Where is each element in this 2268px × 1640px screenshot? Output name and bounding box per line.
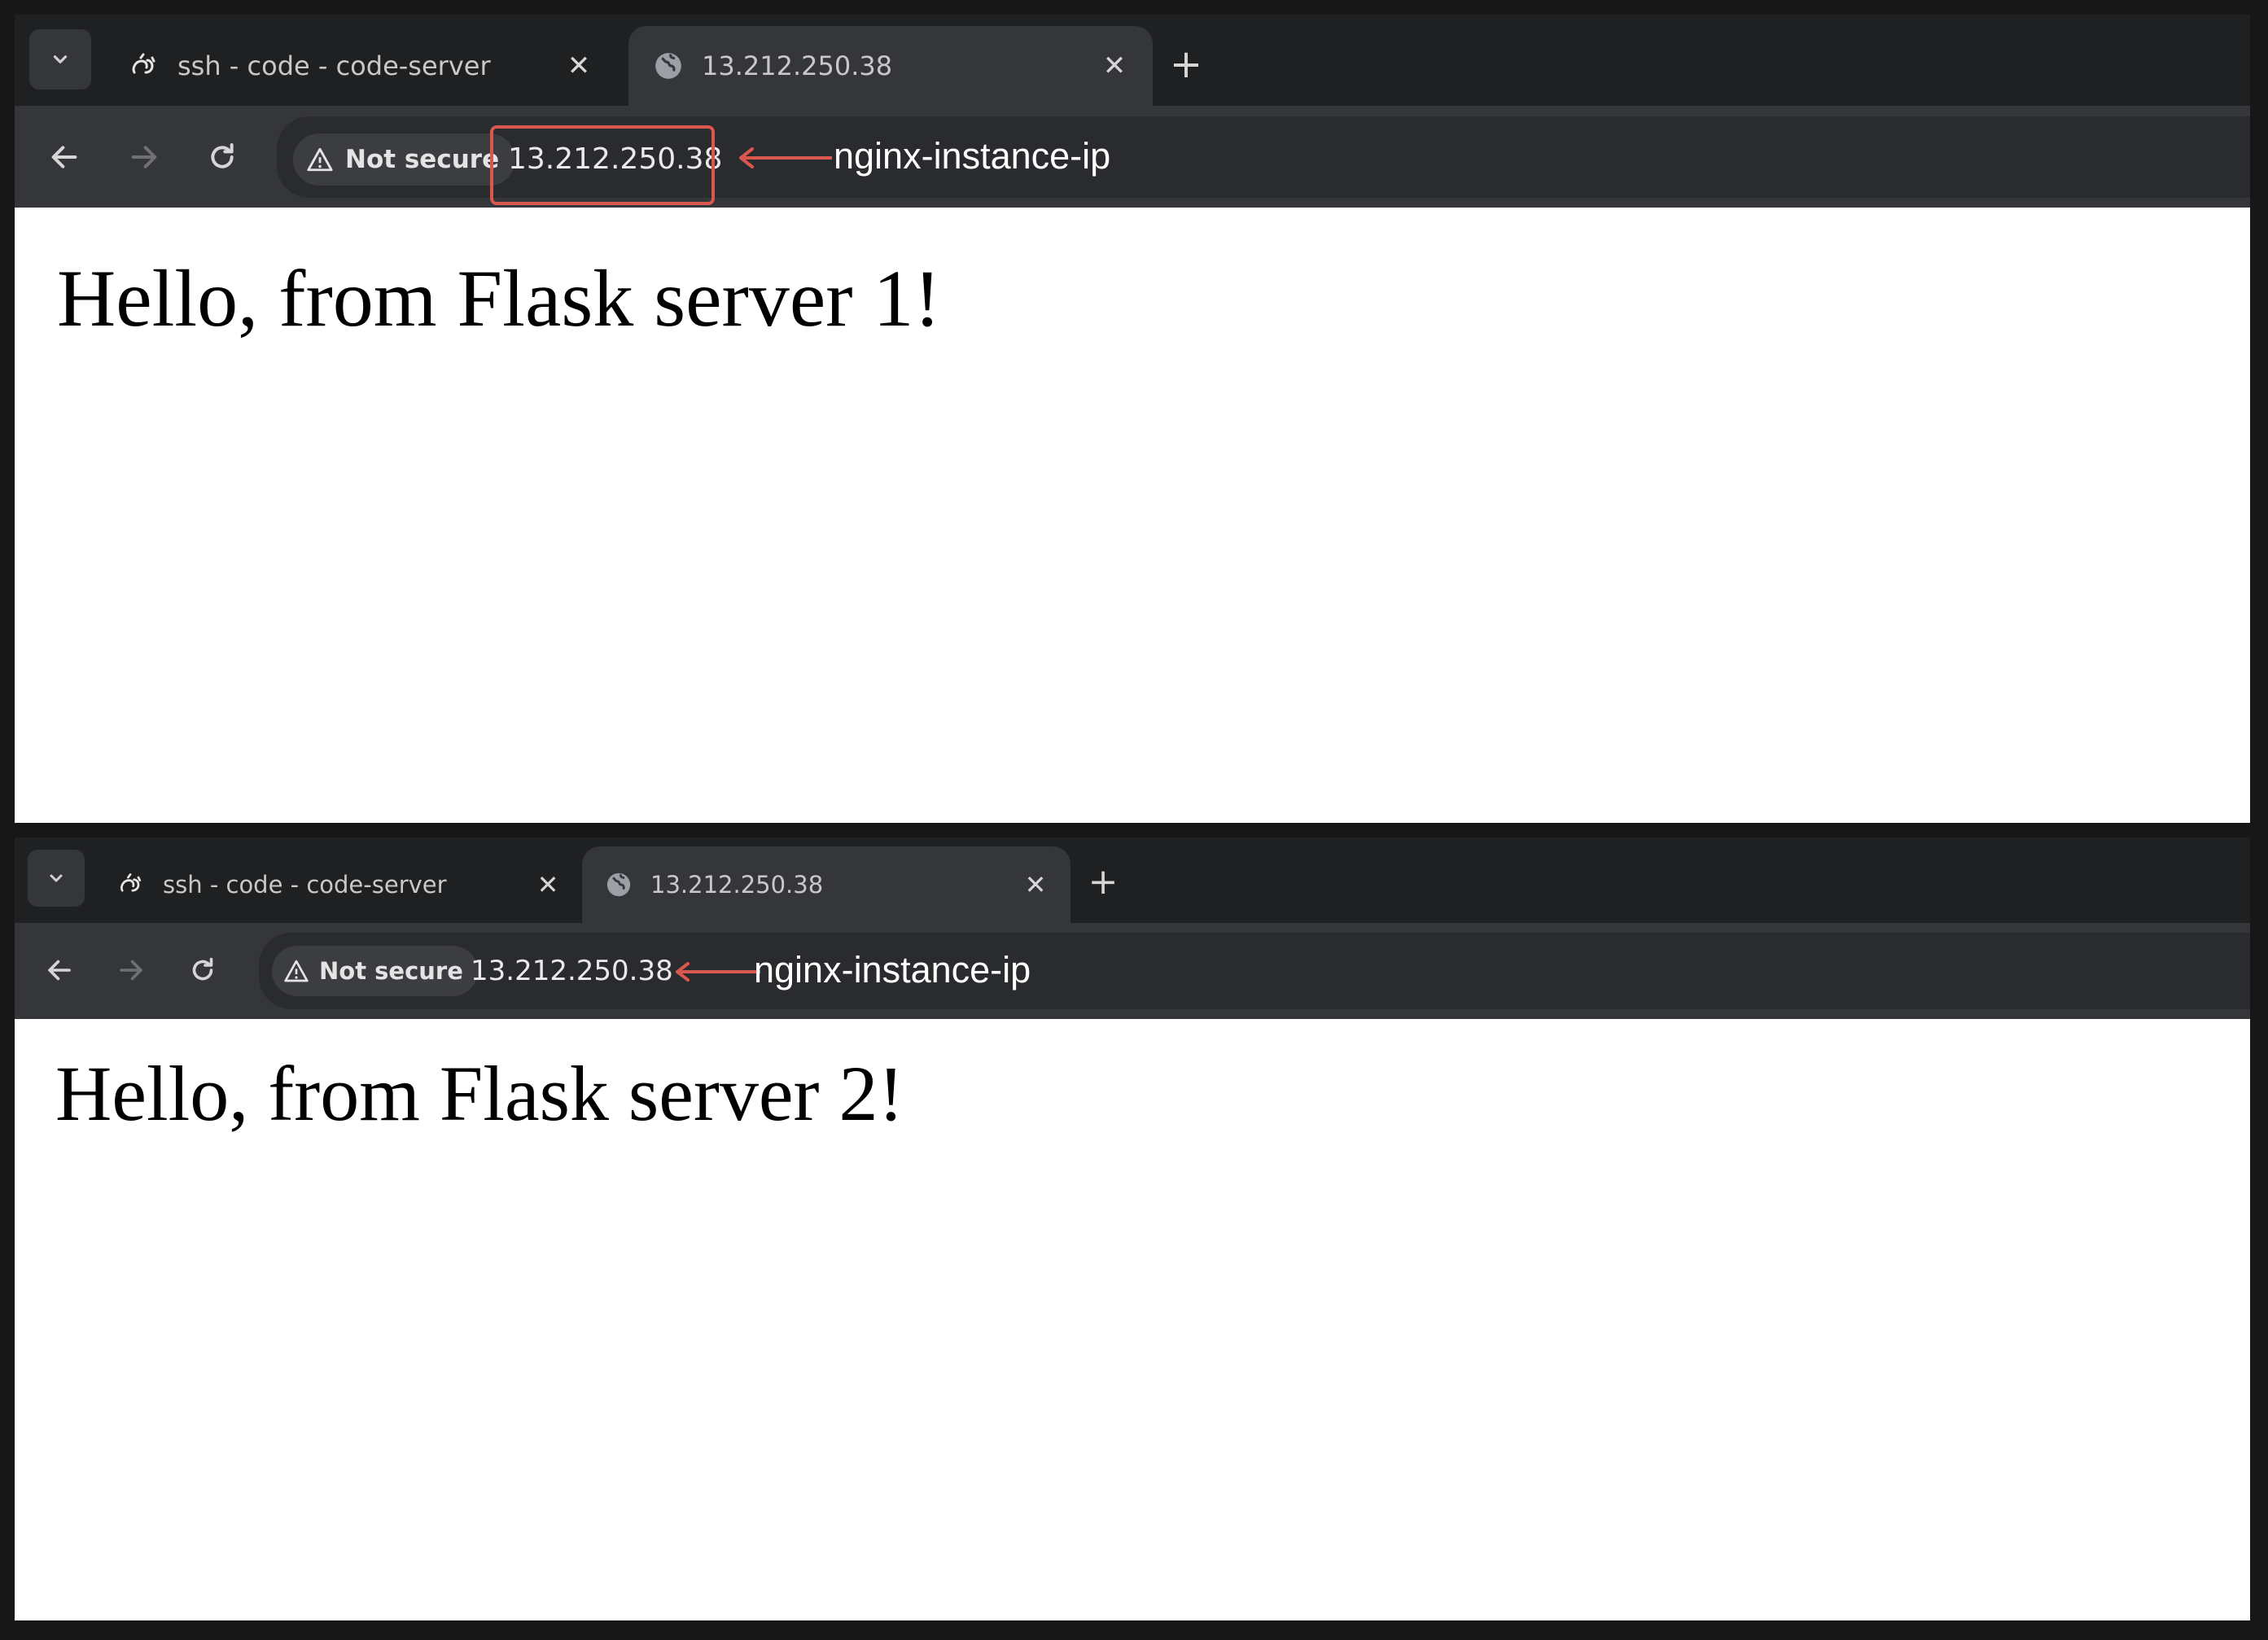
reload-button[interactable] (197, 132, 247, 182)
annotation-label: nginx-instance-ip (834, 135, 1111, 177)
arrow-left-icon (48, 960, 71, 981)
tab-strip: ssh - code - code-server ✕ 13.212.250.38… (15, 15, 2250, 106)
back-button[interactable] (36, 947, 83, 994)
close-tab-icon[interactable]: ✕ (558, 46, 599, 86)
page-heading: Hello, from Flask server 2! (55, 1050, 904, 1137)
back-button[interactable] (39, 132, 90, 182)
globe-icon (648, 46, 689, 86)
forward-button[interactable] (107, 947, 155, 994)
chevron-down-icon (53, 55, 68, 63)
new-tab-button[interactable]: + (1078, 856, 1128, 907)
security-chip[interactable]: Not secure (293, 133, 516, 186)
reload-icon (211, 143, 234, 168)
code-server-icon (112, 866, 150, 903)
security-chip[interactable]: Not secure (272, 946, 478, 996)
tab-code-server[interactable]: ssh - code - code-server ✕ (104, 26, 617, 106)
tab-title: 13.212.250.38 (650, 871, 824, 899)
browser-toolbar: Not secure 13.212.250.38 nginx-instance-… (15, 923, 2250, 1019)
browser-window-1: ssh - code - code-server ✕ 13.212.250.38… (15, 15, 2250, 823)
security-label: Not secure (319, 957, 463, 985)
tab-title: ssh - code - code-server (177, 50, 491, 81)
warning-icon (307, 147, 333, 172)
tab-search-dropdown-button[interactable] (28, 850, 85, 907)
reload-button[interactable] (179, 947, 226, 994)
chevron-down-icon (50, 874, 63, 882)
tab-search-dropdown-button[interactable] (29, 29, 91, 90)
close-tab-icon[interactable]: ✕ (1017, 866, 1054, 903)
new-tab-button[interactable]: + (1159, 37, 1213, 91)
tab-active-ip[interactable]: 13.212.250.38 ✕ (628, 26, 1153, 106)
browser-toolbar: Not secure 13.212.250.38 nginx-instance-… (15, 106, 2250, 208)
tab-strip: ssh - code - code-server ✕ 13.212.250.38… (15, 837, 2250, 923)
page-content: Hello, from Flask server 2! (15, 1019, 2250, 1620)
close-tab-icon[interactable]: ✕ (1094, 46, 1135, 86)
tab-title: 13.212.250.38 (702, 50, 893, 81)
forward-button[interactable] (119, 132, 169, 182)
url-highlight-box (490, 125, 715, 205)
plus-icon: + (1088, 860, 1119, 903)
page-heading: Hello, from Flask server 1! (57, 253, 941, 343)
security-label: Not secure (345, 145, 500, 174)
arrow-right-icon (120, 960, 142, 981)
tab-active-ip[interactable]: 13.212.250.38 ✕ (582, 846, 1071, 923)
page-content: Hello, from Flask server 1! (15, 208, 2250, 823)
annotation-arrow-icon (739, 147, 832, 168)
arrow-left-icon (51, 146, 77, 168)
tab-code-server[interactable]: ssh - code - code-server ✕ (94, 846, 583, 923)
annotation-label: nginx-instance-ip (754, 949, 1031, 991)
url-text[interactable]: 13.212.250.38 (471, 946, 673, 996)
reload-icon (192, 957, 213, 981)
browser-window-2: ssh - code - code-server ✕ 13.212.250.38… (15, 837, 2250, 1620)
warning-icon (284, 960, 309, 982)
plus-icon: + (1169, 42, 1203, 87)
globe-icon (600, 866, 637, 903)
close-tab-icon[interactable]: ✕ (529, 866, 567, 903)
code-server-icon (124, 46, 164, 86)
annotation-arrow-icon (676, 962, 760, 982)
tab-title: ssh - code - code-server (163, 871, 447, 899)
arrow-right-icon (131, 146, 157, 168)
